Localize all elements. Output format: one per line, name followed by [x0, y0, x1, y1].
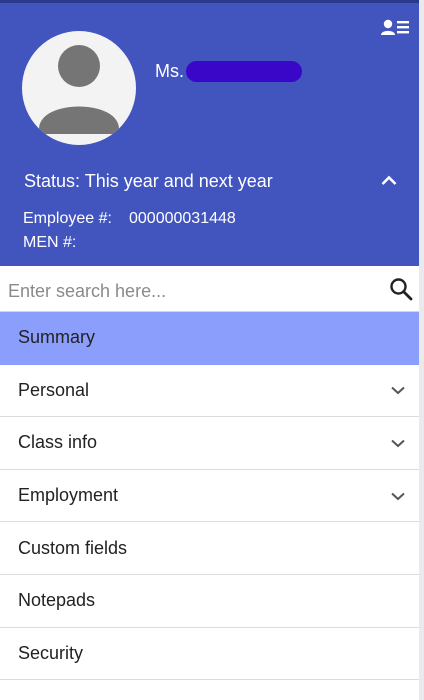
name-redaction [186, 60, 302, 82]
search-bar [0, 266, 419, 312]
nav-menu: Summary Personal Class info Employment C… [0, 312, 419, 681]
menu-item-label: Class info [18, 432, 98, 453]
contact-card-button[interactable] [380, 17, 412, 37]
chevron-down-icon [391, 387, 405, 395]
scrollbar-track[interactable] [419, 0, 424, 700]
employee-name: Ms. [155, 59, 302, 83]
employee-number-label: Employee #: [23, 210, 112, 227]
menu-item-label: Summary [18, 327, 96, 348]
menu-item-label: Notepads [18, 590, 96, 611]
chevron-down-icon [391, 439, 405, 448]
men-number-line: MEN #: [23, 234, 129, 252]
menu-item-label: Security [18, 642, 84, 663]
search-icon [390, 278, 413, 301]
salutation: Ms. [155, 60, 184, 81]
menu-item-personal[interactable]: Personal [0, 364, 419, 418]
employee-number-value: 000000031448 [129, 210, 236, 227]
chevron-down-icon [391, 492, 405, 500]
menu-item-custom-fields[interactable]: Custom fields [0, 522, 419, 575]
menu-item-class-info[interactable]: Class info [0, 417, 419, 470]
avatar [22, 31, 136, 145]
profile-header: Ms. Status: This year and next year Empl… [0, 3, 419, 266]
menu-item-label: Personal [18, 379, 90, 400]
employee-number-line: Employee #: 000000031448 [23, 210, 236, 228]
menu-item-notepads[interactable]: Notepads [0, 574, 419, 628]
status-toggle[interactable]: Status: This year and next year [24, 168, 399, 194]
contact-card-icon [381, 19, 409, 35]
chevron-up-icon [381, 175, 397, 185]
person-silhouette-icon [39, 45, 119, 134]
search-button[interactable] [388, 276, 414, 302]
menu-item-summary[interactable]: Summary [0, 312, 419, 365]
menu-item-label: Custom fields [18, 537, 128, 558]
menu-item-employment[interactable]: Employment [0, 469, 419, 523]
search-input[interactable] [8, 280, 378, 302]
menu-item-security[interactable]: Security [0, 627, 419, 681]
men-number-label: MEN #: [23, 234, 77, 251]
status-label: Status: This year and next year [24, 170, 273, 191]
menu-item-label: Employment [18, 485, 119, 506]
